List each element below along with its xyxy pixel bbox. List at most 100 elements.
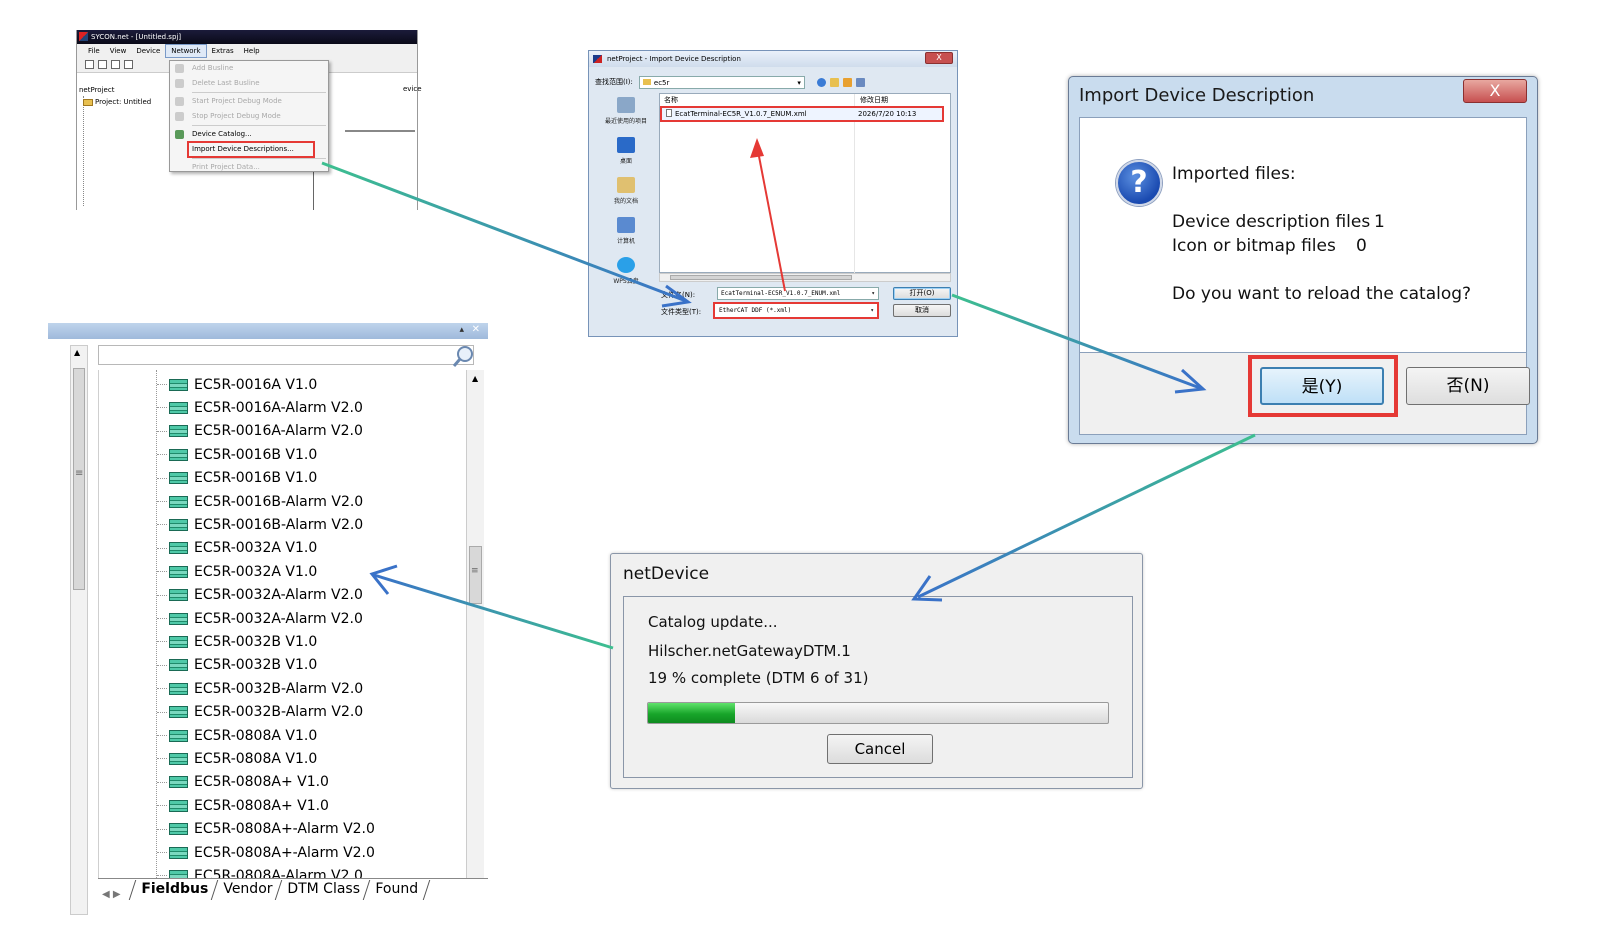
place-computer[interactable]: 计算机 [595, 213, 657, 253]
catalog-tree-item[interactable]: EC5R-0032B V1.0 [157, 654, 317, 677]
menu-item-start-debug[interactable]: Start Project Debug Mode [170, 94, 328, 109]
catalog-tree-item[interactable]: EC5R-0808A+ V1.0 [157, 794, 329, 817]
catalog-tree-item[interactable]: EC5R-0016B V1.0 [157, 467, 317, 490]
device-module-icon [169, 378, 188, 391]
menu-device[interactable]: Device [131, 45, 165, 57]
place-documents[interactable]: 我的文档 [595, 173, 657, 213]
new-file-icon[interactable] [85, 60, 94, 69]
outer-vscroll[interactable]: ▲ [70, 345, 88, 915]
file-list-hscroll[interactable] [659, 273, 951, 282]
menu-item-stop-debug[interactable]: Stop Project Debug Mode [170, 109, 328, 124]
file-name: EcatTerminal-EC5R_V1.0.7_ENUM.xml [675, 110, 807, 118]
catalog-tree-item[interactable]: EC5R-0016B-Alarm V2.0 [157, 513, 363, 536]
tab-fieldbus[interactable]: Fieldbus [128, 880, 220, 900]
menu-item-device-catalog[interactable]: Device Catalog... [170, 127, 328, 142]
catalog-tree-item[interactable]: EC5R-0032A V1.0 [157, 560, 317, 583]
look-in-select[interactable]: ec5r ▾ [638, 75, 805, 89]
tree-connector [157, 852, 167, 853]
catalog-tree-item[interactable]: EC5R-0808A V1.0 [157, 747, 317, 770]
scroll-thumb[interactable] [670, 275, 852, 280]
back-icon[interactable] [816, 77, 826, 87]
open-button[interactable]: 打开(O) [893, 287, 951, 300]
tree-item-label: EC5R-0016B V1.0 [194, 446, 318, 463]
catalog-tree-item[interactable]: EC5R-0032A-Alarm V2.0 [157, 584, 363, 607]
scroll-up-icon[interactable]: ▲ [74, 348, 80, 357]
menu-item-delete-busline[interactable]: Delete Last Busline [170, 76, 328, 91]
icon-files-label: Icon or bitmap files [1172, 236, 1336, 256]
up-folder-icon[interactable] [829, 77, 839, 87]
search-icon[interactable] [452, 344, 476, 368]
yes-button[interactable]: 是(Y) [1260, 367, 1384, 405]
menu-help[interactable]: Help [239, 45, 265, 57]
recent-items-icon [617, 97, 635, 113]
column-header-name[interactable]: 名称 [664, 94, 678, 106]
tree-connector [157, 758, 167, 760]
tree-vscroll[interactable]: ▲ ≡ ▼ [466, 370, 484, 890]
place-label: WPS云盘 [613, 278, 639, 285]
catalog-icon [175, 130, 184, 139]
tab-label: DTM Class [287, 881, 361, 897]
tab-found[interactable]: Found [362, 880, 430, 900]
menu-item-print-project-data[interactable]: Print Project Data... [170, 160, 328, 175]
catalog-tree-item[interactable]: EC5R-0016B V1.0 [157, 443, 317, 466]
column-header-date[interactable]: 修改日期 [860, 94, 888, 106]
catalog-tree-item[interactable]: EC5R-0032B-Alarm V2.0 [157, 677, 363, 700]
file-row-ecat-terminal[interactable]: EcatTerminal-EC5R_V1.0.7_ENUM.xml 2026/7… [660, 106, 944, 122]
place-desktop[interactable]: 桌面 [595, 133, 657, 173]
tree-item-label: EC5R-0032A-Alarm V2.0 [194, 587, 363, 604]
close-icon[interactable]: X [925, 52, 953, 64]
catalog-tree-item[interactable]: EC5R-0016B-Alarm V2.0 [157, 490, 363, 513]
catalog-tree-item[interactable]: EC5R-0032B V1.0 [157, 630, 317, 653]
open-folder-icon[interactable] [98, 60, 107, 69]
catalog-tree-item[interactable]: EC5R-0016A-Alarm V2.0 [157, 396, 363, 419]
tab-nav-arrows-icon[interactable]: ◀ ▶ [98, 889, 132, 900]
new-folder-icon[interactable] [842, 77, 852, 87]
scroll-up-icon[interactable]: ▲ [472, 374, 478, 383]
place-wps-cloud[interactable]: WPS云盘 [595, 253, 657, 293]
import-dialog-footer: 是(Y) 否(N) [1079, 353, 1530, 435]
tree-connector [157, 618, 167, 619]
catalog-search-input[interactable] [98, 345, 474, 365]
file-list: 名称 修改日期 EcatTerminal-EC5R_V1.0.7_ENUM.xm… [659, 93, 951, 274]
menu-network[interactable]: Network [165, 43, 207, 58]
place-recent[interactable]: 最近使用的项目 [595, 93, 657, 133]
close-icon[interactable]: ✕ [472, 324, 480, 335]
place-label: 最近使用的项目 [604, 118, 647, 125]
import-dialog-title: Import Device Description [1079, 85, 1315, 106]
import-result-dialog: Import Device Description X ? Imported f… [1068, 76, 1538, 444]
catalog-tree-item[interactable]: EC5R-0032A-Alarm V2.0 [157, 607, 363, 630]
project-tree-root[interactable]: Project: Untitled [83, 98, 151, 106]
tab-vendor[interactable]: Vendor [210, 880, 284, 900]
catalog-tree-item[interactable]: EC5R-0808A+-Alarm V2.0 [157, 841, 375, 864]
close-icon[interactable]: X [1463, 79, 1527, 103]
file-type-select[interactable]: EtherCAT DDF (*.xml) ▾ [713, 302, 879, 319]
help-icon[interactable] [124, 60, 133, 69]
catalog-tree-item[interactable]: EC5R-0808A+-Alarm V2.0 [157, 818, 375, 841]
no-button[interactable]: 否(N) [1406, 367, 1530, 405]
menu-file[interactable]: File [83, 45, 105, 57]
view-menu-icon[interactable] [855, 77, 865, 87]
netproject-app-icon [593, 55, 602, 63]
tree-connector [157, 664, 167, 666]
file-name-input[interactable]: EcatTerminal-EC5R_V1.0.7_ENUM.xml ▾ [717, 287, 879, 300]
save-icon[interactable] [111, 60, 120, 69]
catalog-tree-item[interactable]: EC5R-0016A V1.0 [157, 373, 317, 396]
tab-dtm-class[interactable]: DTM Class [274, 880, 372, 900]
catalog-tree-item[interactable]: EC5R-0808A+ V1.0 [157, 771, 329, 794]
menu-item-add-busline[interactable]: Add Busline [170, 61, 328, 76]
cloud-icon [617, 257, 635, 273]
menu-item-import-device-descriptions[interactable]: Import Device Descriptions... [187, 141, 315, 158]
scroll-thumb[interactable] [73, 368, 85, 590]
tree-connector [157, 828, 167, 830]
catalog-tree: EC5R-0016A V1.0 EC5R-0016A-Alarm V2.0 EC5R… [98, 370, 474, 890]
catalog-tree-item[interactable]: EC5R-0016A-Alarm V2.0 [157, 420, 363, 443]
menu-extras[interactable]: Extras [207, 45, 239, 57]
pin-icon[interactable]: ▴ [459, 325, 464, 335]
look-in-label: 查找范围(I): [595, 78, 633, 86]
catalog-tree-item[interactable]: EC5R-0032B-Alarm V2.0 [157, 701, 363, 724]
catalog-tree-item[interactable]: EC5R-0032A V1.0 [157, 537, 317, 560]
file-cancel-button[interactable]: 取消 [893, 304, 951, 317]
menu-view[interactable]: View [105, 45, 132, 57]
catalog-tree-item[interactable]: EC5R-0808A V1.0 [157, 724, 317, 747]
cancel-button[interactable]: Cancel [827, 734, 933, 764]
